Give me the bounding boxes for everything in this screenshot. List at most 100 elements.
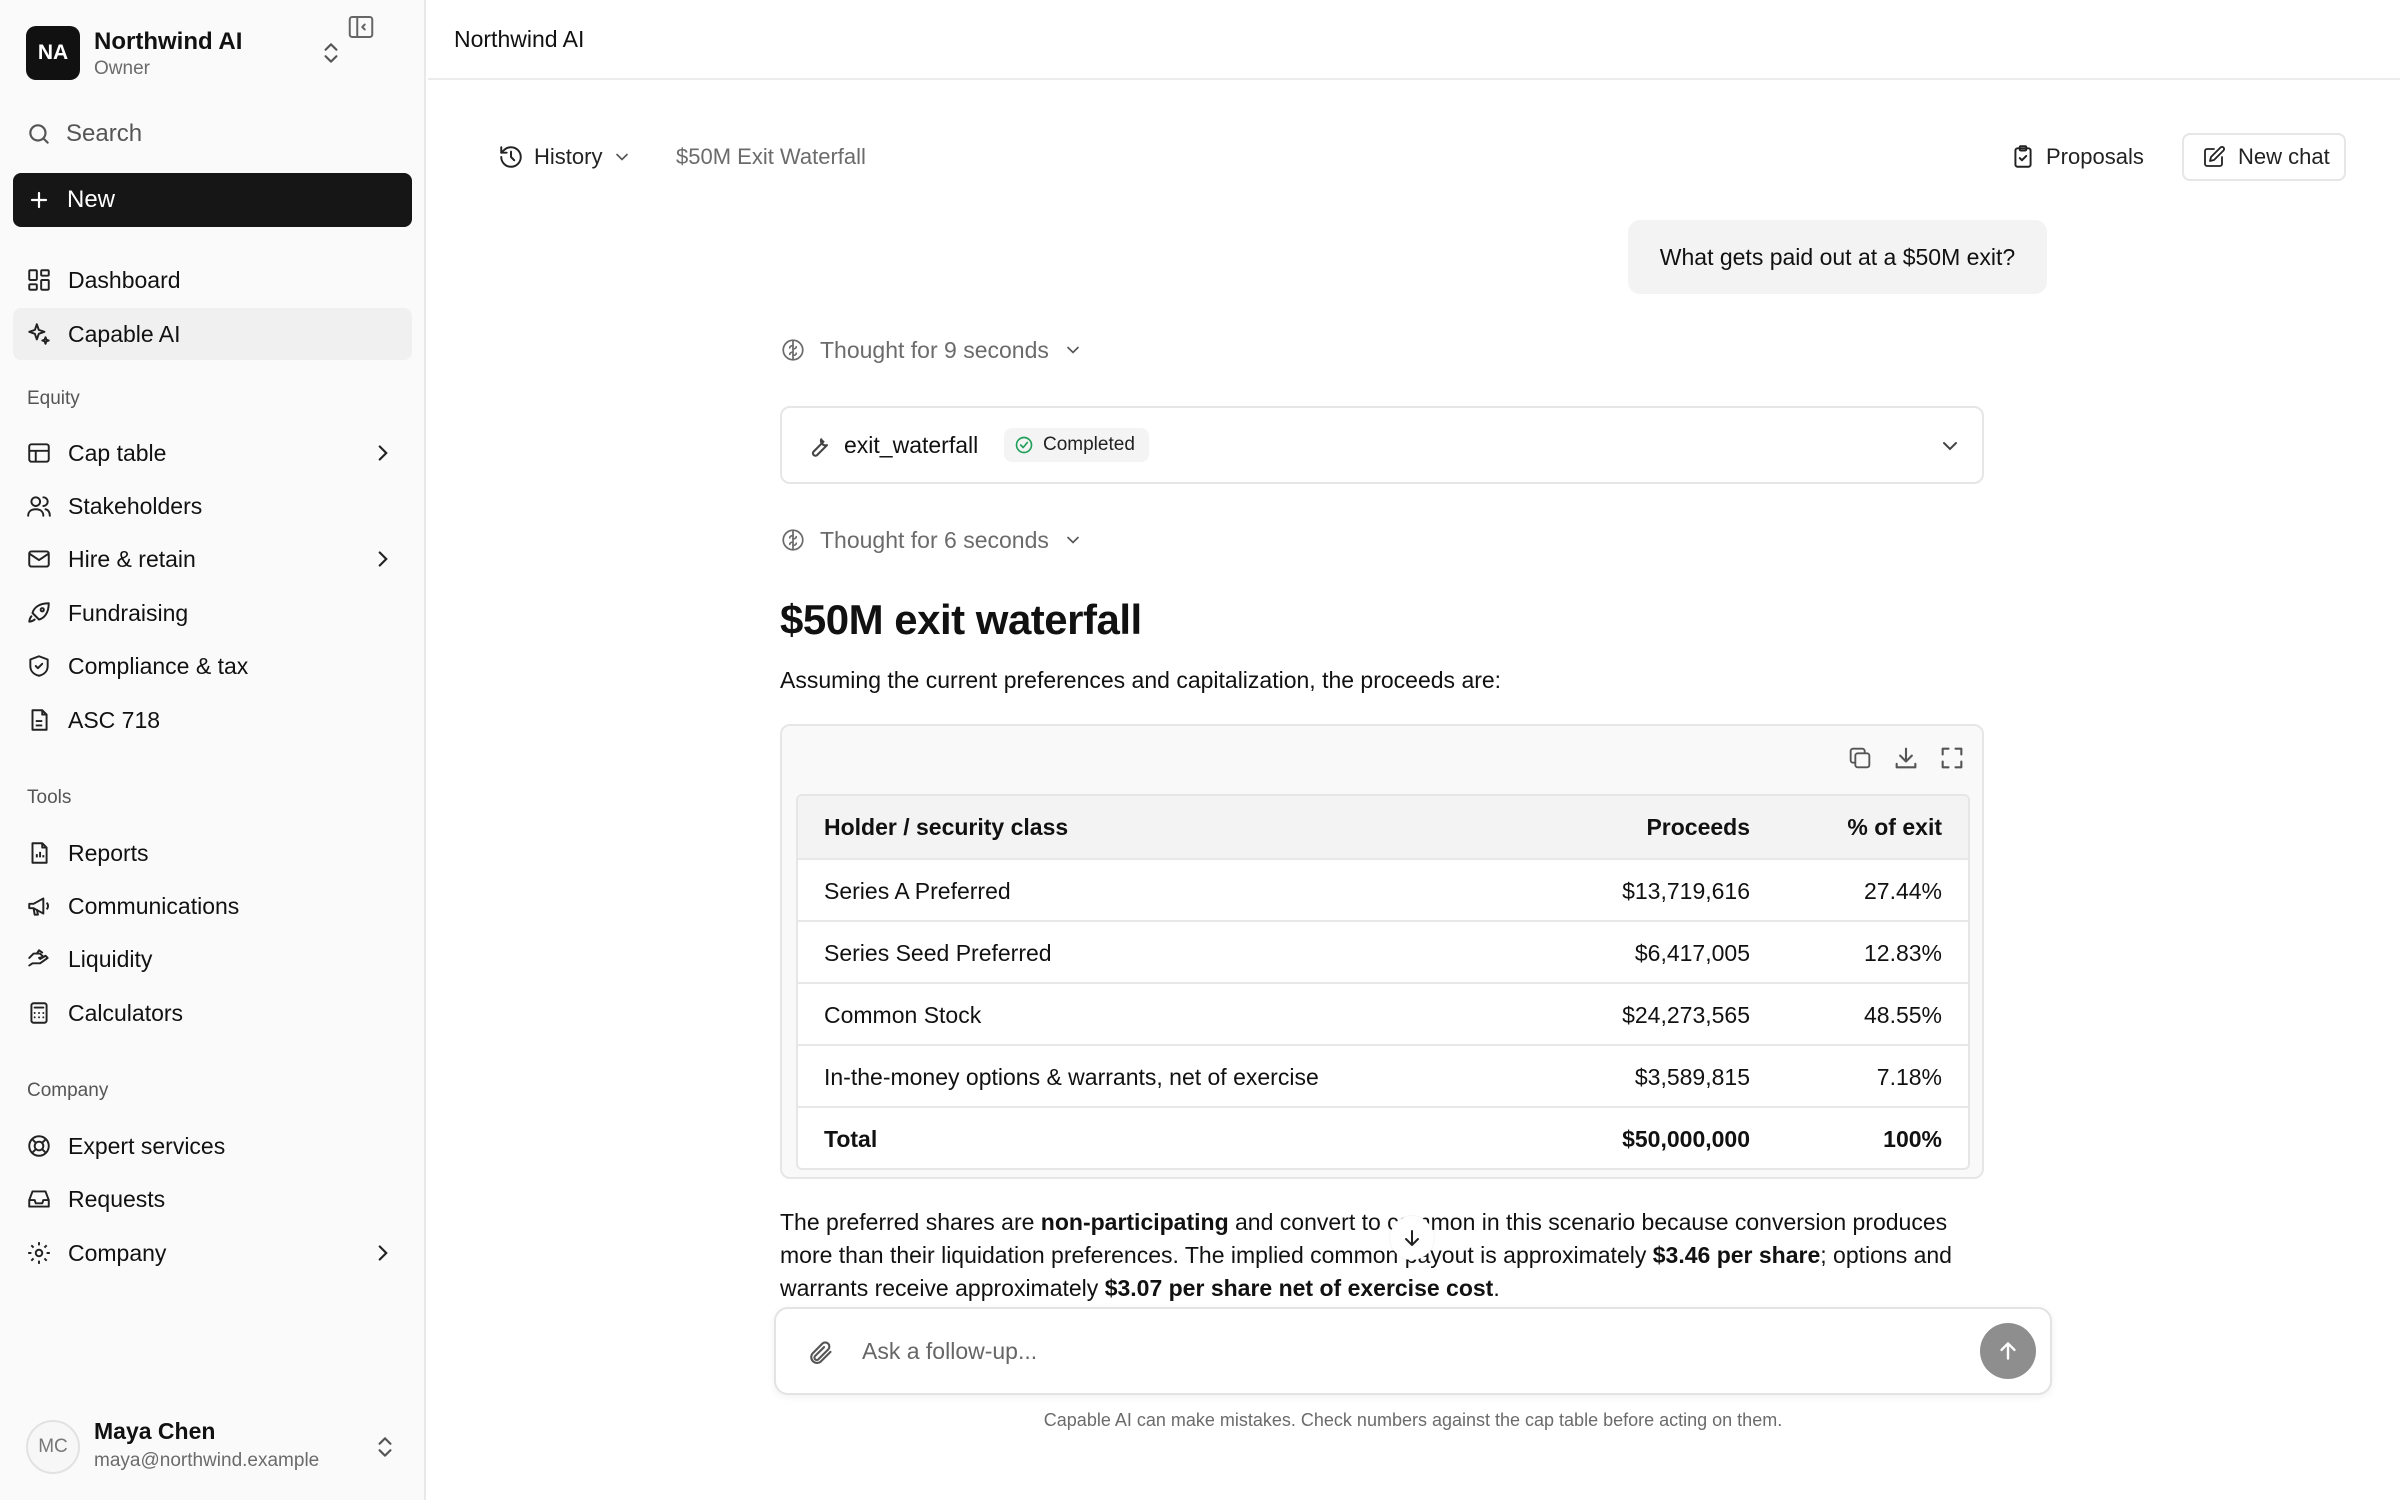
table-cell: $50,000,000 — [1622, 1126, 1750, 1152]
org-name: Northwind AI — [94, 28, 243, 55]
section-label-tools: Tools — [27, 787, 72, 808]
sidebar-item-hire-retain[interactable]: Hire & retain — [13, 533, 412, 585]
sidebar-item-label: Reports — [68, 839, 149, 866]
liquidity-icon — [28, 949, 49, 967]
new-chat-button[interactable]: New chat — [2182, 133, 2346, 181]
table-cell: Series A Preferred — [824, 878, 1011, 904]
rocket-icon — [28, 602, 50, 623]
chevron-right-icon — [378, 1245, 388, 1261]
org-role: Owner — [94, 58, 150, 79]
follow-up-input[interactable] — [862, 1333, 1942, 1369]
answer-emphasis: non-participating — [1040, 1209, 1229, 1235]
copy-icon[interactable] — [1846, 744, 1874, 772]
sidebar-item-calculators[interactable]: Calculators — [13, 987, 412, 1039]
chevron-down-icon — [1067, 346, 1079, 354]
brain-icon — [782, 339, 804, 361]
gear-icon — [28, 1242, 50, 1264]
table-total-row: Total $50,000,000 100% — [798, 1106, 1968, 1168]
sidebar-collapse-icon[interactable] — [346, 12, 376, 42]
search-icon — [29, 124, 49, 144]
table-row: Series A Preferred $13,719,616 27.44% — [798, 858, 1968, 920]
sidebar-item-label: Fundraising — [68, 599, 189, 626]
search-button[interactable]: Search — [26, 114, 406, 154]
sidebar-item-fundraising[interactable]: Fundraising — [13, 587, 412, 639]
table-toolbar — [1846, 744, 1966, 772]
megaphone-icon — [28, 897, 49, 916]
chat-title: $50M Exit Waterfall — [676, 144, 866, 169]
clipboard-icon — [2014, 145, 2032, 168]
sidebar-item-label: Dashboard — [68, 266, 181, 293]
user-email: maya@northwind.example — [94, 1450, 320, 1471]
download-icon[interactable] — [1892, 744, 1920, 772]
answer-emphasis: $3.46 per share — [1652, 1242, 1821, 1268]
dashboard-icon — [28, 269, 50, 291]
table-row: Series Seed Preferred $6,417,005 12.83% — [798, 920, 1968, 982]
user-menu[interactable]: MC Maya Chen maya@northwind.example — [26, 1418, 406, 1478]
sidebar-item-expert-services[interactable]: Expert services — [13, 1120, 412, 1172]
table-cell: 48.55% — [1863, 1002, 1942, 1028]
sidebar-item-label: Stakeholders — [68, 492, 203, 519]
edit-icon — [2204, 146, 2225, 167]
history-button[interactable]: History — [498, 140, 632, 174]
chevron-up-down-icon[interactable] — [318, 40, 344, 66]
table-cell: $24,273,565 — [1622, 1002, 1750, 1028]
send-button[interactable] — [1980, 1323, 2036, 1379]
sidebar-item-label: Cap table — [68, 439, 167, 466]
answer-intro: Assuming the current preferences and cap… — [780, 667, 1502, 693]
sidebar-item-compliance-tax[interactable]: Compliance & tax — [13, 640, 412, 692]
user-name: Maya Chen — [94, 1418, 216, 1444]
org-avatar: NA — [26, 26, 80, 80]
paperclip-icon[interactable] — [806, 1339, 834, 1367]
table-icon — [28, 443, 50, 463]
table-cell: In-the-money options & warrants, net of … — [824, 1064, 1319, 1090]
search-label: Search — [66, 120, 143, 147]
answer-emphasis: $3.07 per share net of exercise cost — [1104, 1275, 1494, 1301]
user-message: What gets paid out at a $50M exit? — [1628, 220, 2047, 294]
sidebar-item-capable-ai[interactable]: Capable AI — [13, 308, 412, 360]
column-header: % of exit — [1847, 814, 1942, 840]
chevron-down-icon[interactable] — [1938, 434, 1962, 458]
sidebar-item-liquidity[interactable]: Liquidity — [13, 933, 412, 985]
table-cell: Common Stock — [824, 1002, 982, 1028]
sidebar-item-communications[interactable]: Communications — [13, 880, 412, 932]
page-title: Northwind AI — [454, 26, 585, 52]
thought-toggle[interactable]: Thought for 9 seconds — [780, 333, 1083, 367]
sidebar-item-asc-718[interactable]: ASC 718 — [13, 694, 412, 746]
sidebar-item-dashboard[interactable]: Dashboard — [13, 254, 412, 306]
section-label-equity: Equity — [27, 388, 80, 409]
table-row: In-the-money options & warrants, net of … — [798, 1044, 1968, 1106]
table-cell: 7.18% — [1876, 1064, 1942, 1090]
history-icon — [500, 146, 522, 168]
table-cell: 12.83% — [1863, 940, 1942, 966]
sidebar-item-stakeholders[interactable]: Stakeholders — [13, 480, 412, 532]
check-circle-icon — [1015, 436, 1033, 454]
table-cell: Total — [824, 1126, 878, 1152]
avatar: MC — [26, 1420, 80, 1474]
sidebar-item-reports[interactable]: Reports — [13, 827, 412, 879]
sidebar-item-requests[interactable]: Requests — [13, 1173, 412, 1225]
scroll-to-bottom-button[interactable] — [1390, 1216, 1434, 1260]
wrench-icon — [811, 438, 829, 457]
sidebar-item-label: Expert services — [68, 1132, 226, 1159]
new-button[interactable]: New — [13, 173, 412, 227]
chevron-up-down-icon — [378, 1437, 392, 1457]
answer-text: The preferred shares are — [780, 1209, 1041, 1235]
thought-toggle[interactable]: Thought for 6 seconds — [780, 523, 1083, 557]
disclaimer: Capable AI can make mistakes. Check numb… — [1043, 1410, 1783, 1430]
table-header-row: Holder / security class Proceeds % of ex… — [798, 796, 1968, 858]
document-icon — [31, 709, 48, 731]
sidebar-item-label: Liquidity — [68, 945, 153, 972]
sidebar-item-company[interactable]: Company — [13, 1227, 412, 1279]
tool-call-card[interactable]: exit_waterfall Completed — [780, 406, 1984, 484]
proposals-button[interactable]: Proposals — [2010, 134, 2144, 180]
topbar: Northwind AI — [428, 0, 2400, 80]
sidebar-item-label: Hire & retain — [68, 545, 196, 572]
users-icon — [27, 496, 51, 517]
sidebar-item-label: Capable AI — [68, 320, 181, 347]
plus-icon — [30, 191, 48, 209]
sidebar-item-label: Compliance & tax — [68, 652, 249, 679]
expand-icon[interactable] — [1938, 744, 1966, 772]
section-label-company: Company — [27, 1080, 109, 1101]
table-cell: Series Seed Preferred — [824, 940, 1052, 966]
sidebar-item-cap-table[interactable]: Cap table — [13, 427, 412, 479]
